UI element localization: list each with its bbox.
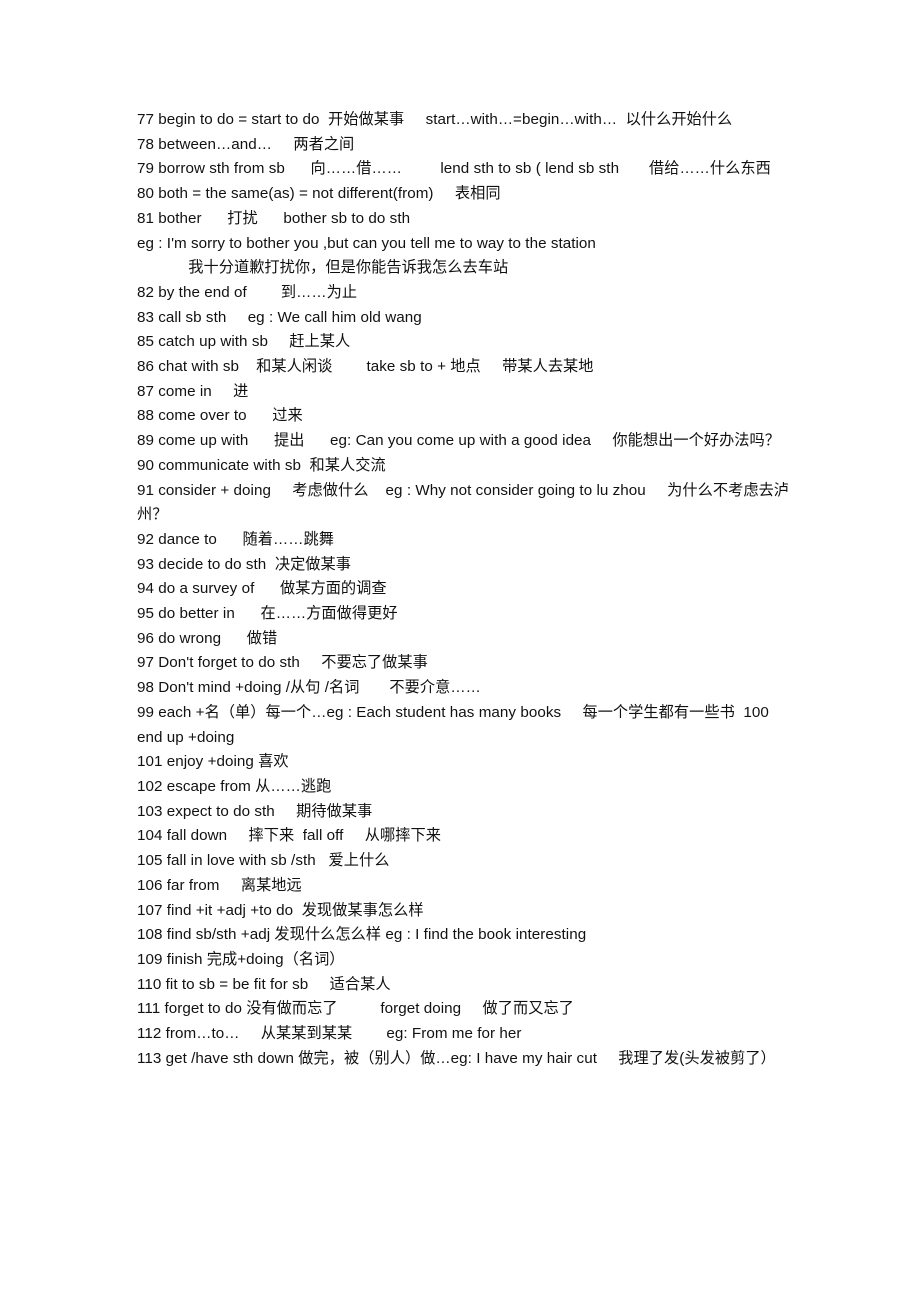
entry-line: 107 find +it +adj +to do 发现做某事怎么样 [137,901,424,919]
entry-example-line: eg : I'm sorry to bother you ,but can yo… [137,234,596,252]
entry-line: 111 forget to do 没有做而忘了 forget doing 做了而… [137,1000,574,1018]
entry-line: 106 far from 离某地远 [137,876,302,894]
entry-line: 104 fall down 摔下来 fall off 从哪摔下来 [137,827,441,845]
entry-line: 80 both = the same(as) = not different(f… [137,185,501,203]
entry-line: 95 do better in 在……方面做得更好 [137,605,398,623]
entry-line: 78 between…and… 两者之间 [137,135,355,153]
entry-line: 110 fit to sb = be fit for sb 适合某人 [137,975,391,993]
entry-translation-line: 我十分道歉打扰你，但是你能告诉我怎么去车站 [137,259,509,277]
entry-line: 109 finish 完成+doing（名词） [137,950,345,968]
entry-line: 97 Don't forget to do sth 不要忘了做某事 [137,654,428,672]
entry-line: 102 escape from 从……逃跑 [137,777,332,795]
entry-line: 85 catch up with sb 赶上某人 [137,333,351,351]
entry-line: 89 come up with 提出 eg: Can you come up w… [137,432,781,450]
entry-line: 87 come in 进 [137,382,249,400]
entry-line: 93 decide to do sth 决定做某事 [137,555,352,573]
entry-line: 105 fall in love with sb /sth 爱上什么 [137,852,390,870]
entry-line: 86 chat with sb 和某人闲谈 take sb to + 地点 带某… [137,358,594,376]
document-text-body: 77 begin to do = start to do 开始做某事 start… [137,108,795,1071]
entry-line: 108 find sb/sth +adj 发现什么怎么样 eg : I find… [137,926,587,944]
document-page: 77 begin to do = start to do 开始做某事 start… [0,0,920,1302]
entry-line: 112 from…to… 从某某到某某 eg: From me for her [137,1025,522,1043]
entry-line: 101 enjoy +doing 喜欢 [137,753,289,771]
entry-line: 90 communicate with sb 和某人交流 [137,456,386,474]
entry-line: 94 do a survey of 做某方面的调查 [137,580,387,598]
entry-line: 113 get /have sth down 做完，被（别人）做…eg: I h… [137,1049,776,1067]
entry-line: 91 consider + doing 考虑做什么 eg : Why not c… [137,481,790,524]
entry-line: 96 do wrong 做错 [137,629,278,647]
entry-line: 92 dance to 随着……跳舞 [137,530,334,548]
entry-line: 88 come over to 过来 [137,407,303,425]
entry-line: 81 bother 打扰 bother sb to do sth [137,209,411,227]
entry-line: 99 each +名（单）每一个…eg : Each student has m… [137,703,774,746]
entry-line: 77 begin to do = start to do 开始做某事 start… [137,111,733,128]
entry-line: 83 call sb sth eg : We call him old wang [137,308,422,326]
entry-line: 98 Don't mind +doing /从句 /名词 不要介意…… [137,679,481,697]
entry-line: 79 borrow sth from sb 向……借…… lend sth to… [137,160,771,178]
entry-line: 82 by the end of 到……为止 [137,283,358,301]
entry-line: 103 expect to do sth 期待做某事 [137,802,373,820]
